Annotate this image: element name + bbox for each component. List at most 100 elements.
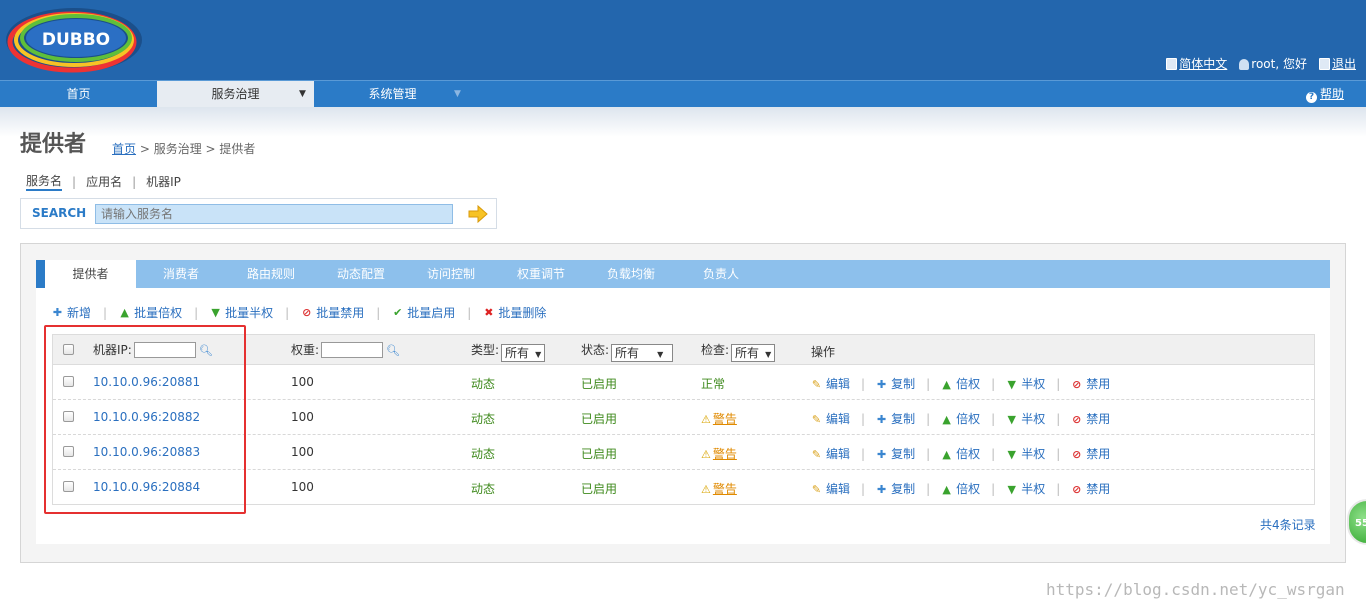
type-value: 动态 — [471, 482, 496, 496]
header-band — [0, 107, 1366, 137]
tab-weights[interactable]: 权重调节 — [496, 260, 586, 288]
pencil-icon: ✎ — [811, 378, 822, 391]
check-warning-link[interactable]: ⚠ 警告 — [701, 480, 737, 497]
half-weight-button[interactable]: ▼ 半权 — [1006, 445, 1045, 462]
double-weight-button[interactable]: ▲ 倍权 — [941, 410, 980, 427]
breadcrumb-home-link[interactable]: 首页 — [112, 142, 136, 156]
half-weight-button[interactable]: ▼ 半权 — [1006, 375, 1045, 392]
total-records: 共4条记录 — [1260, 518, 1316, 532]
arrow-up-icon: ▲ — [942, 413, 951, 426]
panel-tabs: 提供者 消费者 路由规则 动态配置 访问控制 权重调节 负载均衡 负责人 — [36, 260, 1330, 288]
help-icon: ? — [1305, 92, 1317, 103]
nav-system-admin[interactable]: 系统管理 ▼ — [314, 81, 471, 108]
row-actions: ✎ 编辑 | ✚ 复制 | ▲ 倍权 | ▼ 半权 | ⊘ 禁用 — [811, 480, 1111, 497]
half-weight-button[interactable]: ▼ 半权 — [1006, 480, 1045, 497]
search-icon[interactable]: 🔍︎ — [386, 344, 400, 357]
action-toolbar: ✚ 新增 | ▲ 批量倍权 | ▼ 批量半权 | ⊘ 批量禁用 | ✔ 批量启用 | ✖ 批… — [52, 304, 547, 321]
search-box: SEARCH — [20, 198, 497, 229]
warning-icon: ⚠ — [701, 413, 711, 426]
language-link[interactable]: 简体中文 — [1166, 55, 1227, 72]
status-value: 已启用 — [581, 412, 618, 426]
batch-half-button[interactable]: ▼ 批量半权 — [210, 304, 273, 321]
document-icon — [1166, 58, 1178, 70]
arrow-down-icon: ▼ — [1007, 413, 1016, 426]
edit-button[interactable]: ✎ 编辑 — [811, 410, 850, 427]
disable-button[interactable]: ⊘ 禁用 — [1071, 410, 1110, 427]
batch-delete-button[interactable]: ✖ 批量删除 — [483, 304, 546, 321]
logout-link[interactable]: 退出 — [1318, 55, 1356, 72]
check-warning-link[interactable]: ⚠ 警告 — [701, 445, 737, 462]
pencil-icon: ✎ — [811, 413, 822, 426]
weight-filter-input[interactable] — [321, 342, 384, 358]
floating-badge[interactable]: 55 — [1347, 499, 1366, 545]
plus-icon: ✚ — [876, 448, 887, 461]
double-weight-button[interactable]: ▲ 倍权 — [941, 480, 980, 497]
highlight-box — [44, 325, 246, 514]
search-tab-service[interactable]: 服务名 — [26, 172, 63, 191]
dubbo-logo[interactable]: DUBBO — [4, 4, 144, 74]
type-filter-select[interactable]: 所有 ▼ — [501, 344, 546, 362]
header-check: 检查: 所有 ▼ — [701, 341, 776, 362]
arrow-up-icon: ▲ — [120, 306, 129, 319]
edit-button[interactable]: ✎ 编辑 — [811, 480, 850, 497]
search-arrow-icon[interactable] — [468, 205, 488, 223]
status-value: 已启用 — [581, 447, 618, 461]
arrow-up-icon: ▲ — [942, 448, 951, 461]
dropdown-caret-icon: ▼ — [299, 89, 306, 99]
tab-access-control[interactable]: 访问控制 — [406, 260, 496, 288]
add-button[interactable]: ✚ 新增 — [52, 304, 91, 321]
copy-button[interactable]: ✚ 复制 — [876, 480, 915, 497]
tab-load-balance[interactable]: 负载均衡 — [586, 260, 676, 288]
tab-owners[interactable]: 负责人 — [676, 260, 766, 288]
warning-icon: ⚠ — [701, 448, 711, 461]
disable-button[interactable]: ⊘ 禁用 — [1071, 375, 1110, 392]
search-tab-application[interactable]: 应用名 — [86, 173, 122, 190]
page-title: 提供者 — [20, 132, 87, 157]
help-link[interactable]: ? 帮助 — [1305, 81, 1344, 108]
tab-routes[interactable]: 路由规则 — [226, 260, 316, 288]
user-icon — [1239, 59, 1250, 70]
disable-button[interactable]: ⊘ 禁用 — [1071, 480, 1110, 497]
tab-consumers[interactable]: 消费者 — [136, 260, 226, 288]
ban-icon: ⊘ — [1072, 413, 1082, 426]
plus-icon: ✚ — [876, 413, 887, 426]
nav-service-governance[interactable]: 服务治理 ▼ — [157, 81, 314, 108]
edit-button[interactable]: ✎ 编辑 — [811, 445, 850, 462]
breadcrumb: 首页 > 服务治理 > 提供者 — [112, 142, 256, 156]
arrow-up-icon: ▲ — [942, 378, 951, 391]
copy-button[interactable]: ✚ 复制 — [876, 410, 915, 427]
nav-home[interactable]: 首页 — [0, 81, 157, 108]
ban-icon: ⊘ — [1072, 483, 1082, 496]
double-weight-button[interactable]: ▲ 倍权 — [941, 445, 980, 462]
user-greeting: root, 您好 — [1239, 55, 1307, 72]
disable-button[interactable]: ⊘ 禁用 — [1071, 445, 1110, 462]
double-weight-button[interactable]: ▲ 倍权 — [941, 375, 980, 392]
header-type: 类型: 所有 ▼ — [471, 341, 546, 362]
header-ops: 操作 — [811, 345, 836, 359]
check-warning-link[interactable]: ⚠ 警告 — [701, 410, 737, 427]
delete-x-icon: ✖ — [484, 306, 494, 319]
header-weight: 权重: 🔍︎ — [291, 342, 401, 358]
search-input[interactable] — [95, 204, 453, 224]
tab-providers[interactable]: 提供者 — [36, 260, 136, 288]
batch-enable-button[interactable]: ✔ 批量启用 — [392, 304, 455, 321]
check-icon: ✔ — [393, 306, 403, 319]
check-filter-select[interactable]: 所有 ▼ — [731, 344, 776, 362]
row-actions: ✎ 编辑 | ✚ 复制 | ▲ 倍权 | ▼ 半权 | ⊘ 禁用 — [811, 445, 1111, 462]
header-status: 状态: 所有 ▼ — [581, 341, 674, 362]
status-value: 已启用 — [581, 377, 618, 391]
status-filter-select[interactable]: 所有 ▼ — [611, 344, 674, 362]
copy-button[interactable]: ✚ 复制 — [876, 375, 915, 392]
weight-value: 100 — [291, 410, 314, 424]
batch-disable-button[interactable]: ⊘ 批量禁用 — [301, 304, 364, 321]
half-weight-button[interactable]: ▼ 半权 — [1006, 410, 1045, 427]
copy-button[interactable]: ✚ 复制 — [876, 445, 915, 462]
arrow-up-icon: ▲ — [942, 483, 951, 496]
arrow-down-icon: ▼ — [1007, 483, 1016, 496]
plus-icon: ✚ — [52, 306, 63, 319]
tab-dynamic-config[interactable]: 动态配置 — [316, 260, 406, 288]
search-tab-ip[interactable]: 机器IP — [146, 173, 181, 190]
batch-double-button[interactable]: ▲ 批量倍权 — [119, 304, 182, 321]
type-value: 动态 — [471, 412, 496, 426]
edit-button[interactable]: ✎ 编辑 — [811, 375, 850, 392]
